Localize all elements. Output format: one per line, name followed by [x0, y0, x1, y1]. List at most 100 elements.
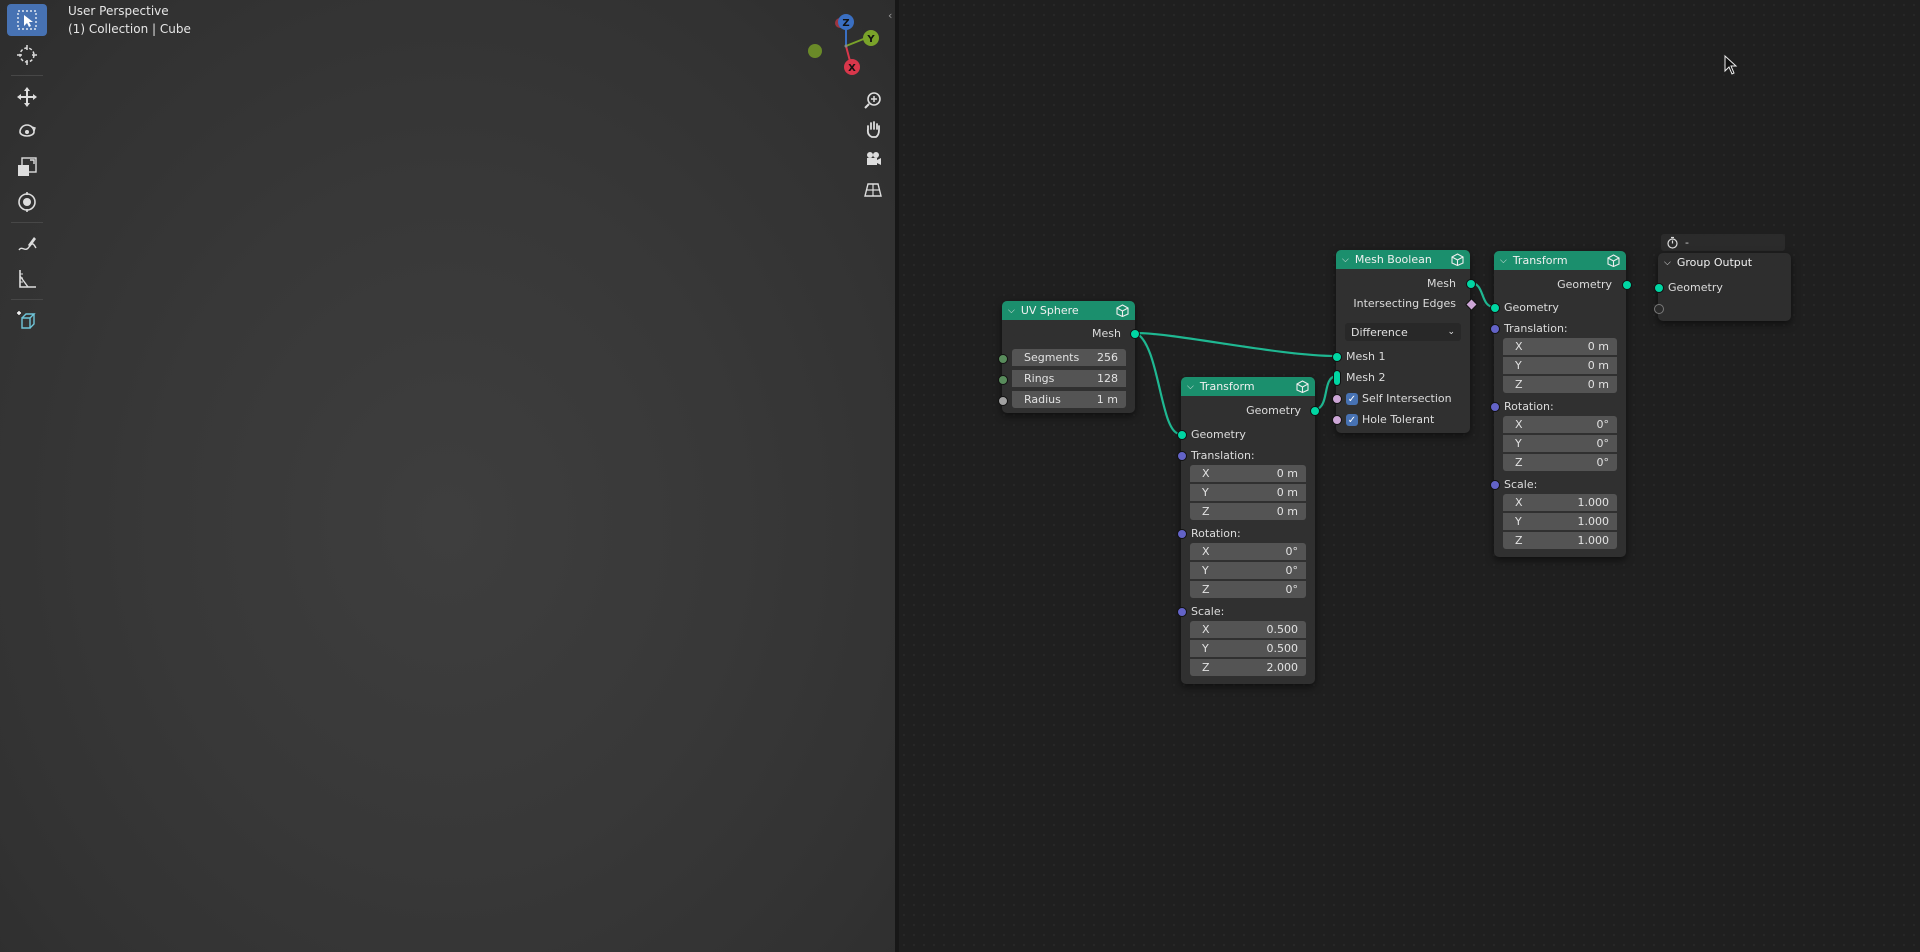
chevron-down-icon[interactable]: ⌵	[1187, 382, 1194, 392]
camera-icon	[867, 152, 881, 165]
input-socket[interactable]	[998, 375, 1008, 385]
add-cube-tool[interactable]	[7, 304, 47, 336]
geometry-node-editor[interactable]	[899, 0, 1920, 952]
cursor-tool[interactable]	[7, 39, 47, 71]
rings-field[interactable]: Rings 128	[1012, 370, 1126, 387]
rotation-y-field[interactable]: Y 0°	[1503, 435, 1617, 452]
axis-label: Z	[1515, 456, 1523, 469]
scale-x-field[interactable]: X 1.000	[1503, 494, 1617, 511]
axis-label: X	[1202, 467, 1210, 480]
translation-y-field[interactable]: Y 0 m	[1190, 484, 1306, 501]
output-socket[interactable]	[1130, 329, 1140, 339]
translation-x-field[interactable]: X 0 m	[1190, 465, 1306, 482]
transform-node-1[interactable]: ⌵ Transform Geometry Geometry Translatio…	[1177, 377, 1320, 684]
chevron-down-icon[interactable]: ⌵	[1342, 255, 1349, 265]
field-value: 256	[1097, 351, 1118, 364]
chevron-down-icon[interactable]: ⌵	[1500, 256, 1507, 266]
input-socket[interactable]	[998, 396, 1008, 406]
output-socket[interactable]	[1310, 406, 1320, 416]
geometry-node-icon	[1116, 304, 1129, 317]
axis-label: X	[1515, 418, 1523, 431]
transform-1-output: Geometry	[1181, 401, 1315, 419]
perspective-toggle-button[interactable]	[862, 179, 884, 201]
3d-viewport[interactable]: User Perspective (1) Collection | Cube Z…	[0, 0, 895, 952]
group-output-title: Group Output	[1676, 256, 1753, 269]
radius-field[interactable]: Radius 1 m	[1012, 391, 1126, 408]
chevron-down-icon[interactable]: ⌵	[1008, 306, 1015, 316]
translation-label: Translation:	[1181, 446, 1315, 464]
translation-y-field[interactable]: Y 0 m	[1503, 357, 1617, 374]
group-output-header[interactable]: ⌵ Group Output	[1658, 253, 1791, 272]
timer-icon	[1667, 236, 1678, 249]
viewport-collection-label: (1) Collection | Cube	[68, 22, 191, 36]
node-timing-field[interactable]: -	[1661, 234, 1785, 251]
measure-tool[interactable]	[7, 263, 47, 295]
rotation-x-field[interactable]: X 0°	[1503, 416, 1617, 433]
camera-button[interactable]	[862, 148, 884, 170]
translation-x-field[interactable]: X 0 m	[1503, 338, 1617, 355]
dropdown-value: Difference	[1351, 325, 1408, 339]
input-socket[interactable]	[998, 354, 1008, 364]
navigation-gizmo[interactable]: Z Y X	[795, 10, 895, 78]
segments-field[interactable]: Segments 256	[1012, 349, 1126, 366]
scale-tool[interactable]	[7, 151, 47, 183]
uv-sphere-header[interactable]: ⌵ UV Sphere	[1002, 301, 1135, 320]
scale-y-field[interactable]: Y 0.500	[1190, 640, 1306, 657]
input-socket[interactable]	[1332, 415, 1342, 425]
section-label: Translation:	[1504, 321, 1568, 335]
axis-label: Z	[1202, 661, 1210, 674]
transform-tool[interactable]	[7, 186, 47, 218]
input-socket[interactable]	[1332, 394, 1342, 404]
section-label: Translation:	[1191, 448, 1255, 462]
mesh-boolean-header[interactable]: ⌵ Mesh Boolean	[1336, 250, 1470, 269]
field-value: 0 m	[1587, 359, 1609, 372]
uv-sphere-node[interactable]: ⌵ UV Sphere Mesh Segments 256 Rings 128 …	[998, 301, 1140, 413]
uv-sphere-title: UV Sphere	[1020, 304, 1079, 317]
self-intersection-checkbox[interactable]: ✓	[1346, 393, 1358, 405]
scale-z-field[interactable]: Z 2.000	[1190, 659, 1306, 676]
transform-2-header[interactable]: ⌵ Transform	[1494, 251, 1626, 270]
rotate-tool[interactable]	[7, 116, 47, 148]
transform-node-2[interactable]: ⌵ Transform Geometry Geometry Translatio…	[1490, 251, 1632, 557]
group-output-input-geometry: Geometry	[1658, 278, 1791, 296]
chevron-down-icon[interactable]: ⌵	[1664, 258, 1671, 268]
rotation-y-field[interactable]: Y 0°	[1190, 562, 1306, 579]
checkbox-label: Hole Tolerant	[1362, 413, 1435, 426]
output-label: Intersecting Edges	[1353, 296, 1456, 310]
output-socket[interactable]	[1466, 279, 1476, 289]
group-output-node[interactable]: ⌵ Group Output Geometry	[1654, 253, 1791, 321]
boolean-input-mesh1: Mesh 1	[1336, 347, 1470, 365]
field-label: Rings	[1024, 372, 1055, 385]
mouse-cursor-icon	[1724, 55, 1738, 75]
pan-button[interactable]	[862, 118, 884, 140]
axis-label: Z	[1515, 534, 1523, 547]
field-value: 2.000	[1266, 661, 1299, 674]
rotation-z-field[interactable]: Z 0°	[1190, 581, 1306, 598]
scale-y-field[interactable]: Y 1.000	[1503, 513, 1617, 530]
move-tool[interactable]	[7, 81, 47, 113]
scale-label: Scale:	[1181, 602, 1315, 620]
axis-label: Z	[1515, 378, 1523, 391]
field-value: 1.000	[1577, 515, 1610, 528]
rotation-x-field[interactable]: X 0°	[1190, 543, 1306, 560]
annotate-tool[interactable]	[7, 228, 47, 260]
output-socket[interactable]	[1622, 280, 1632, 290]
transform-2-title: Transform	[1512, 254, 1568, 267]
input-label: Mesh 1	[1346, 349, 1386, 363]
axis-label: X	[1515, 496, 1523, 509]
operation-dropdown[interactable]: Difference ⌄	[1345, 323, 1461, 341]
scale-x-field[interactable]: X 0.500	[1190, 621, 1306, 638]
collapse-sidebar-icon[interactable]: ‹	[888, 9, 892, 22]
scale-z-field[interactable]: Z 1.000	[1503, 532, 1617, 549]
hole-tolerant-checkbox[interactable]: ✓	[1346, 414, 1358, 426]
zoom-button[interactable]	[862, 89, 884, 111]
mesh-boolean-node[interactable]: ⌵ Mesh Boolean Mesh Intersecting Edges D…	[1332, 250, 1478, 433]
transform-1-header[interactable]: ⌵ Transform	[1181, 377, 1315, 396]
translation-z-field[interactable]: Z 0 m	[1503, 376, 1617, 393]
select-box-icon	[17, 10, 37, 30]
empty-input-socket[interactable]	[1654, 304, 1664, 314]
translation-z-field[interactable]: Z 0 m	[1190, 503, 1306, 520]
select-box-tool[interactable]	[7, 4, 47, 36]
rotation-z-field[interactable]: Z 0°	[1503, 454, 1617, 471]
field-value: 0.500	[1266, 642, 1299, 655]
